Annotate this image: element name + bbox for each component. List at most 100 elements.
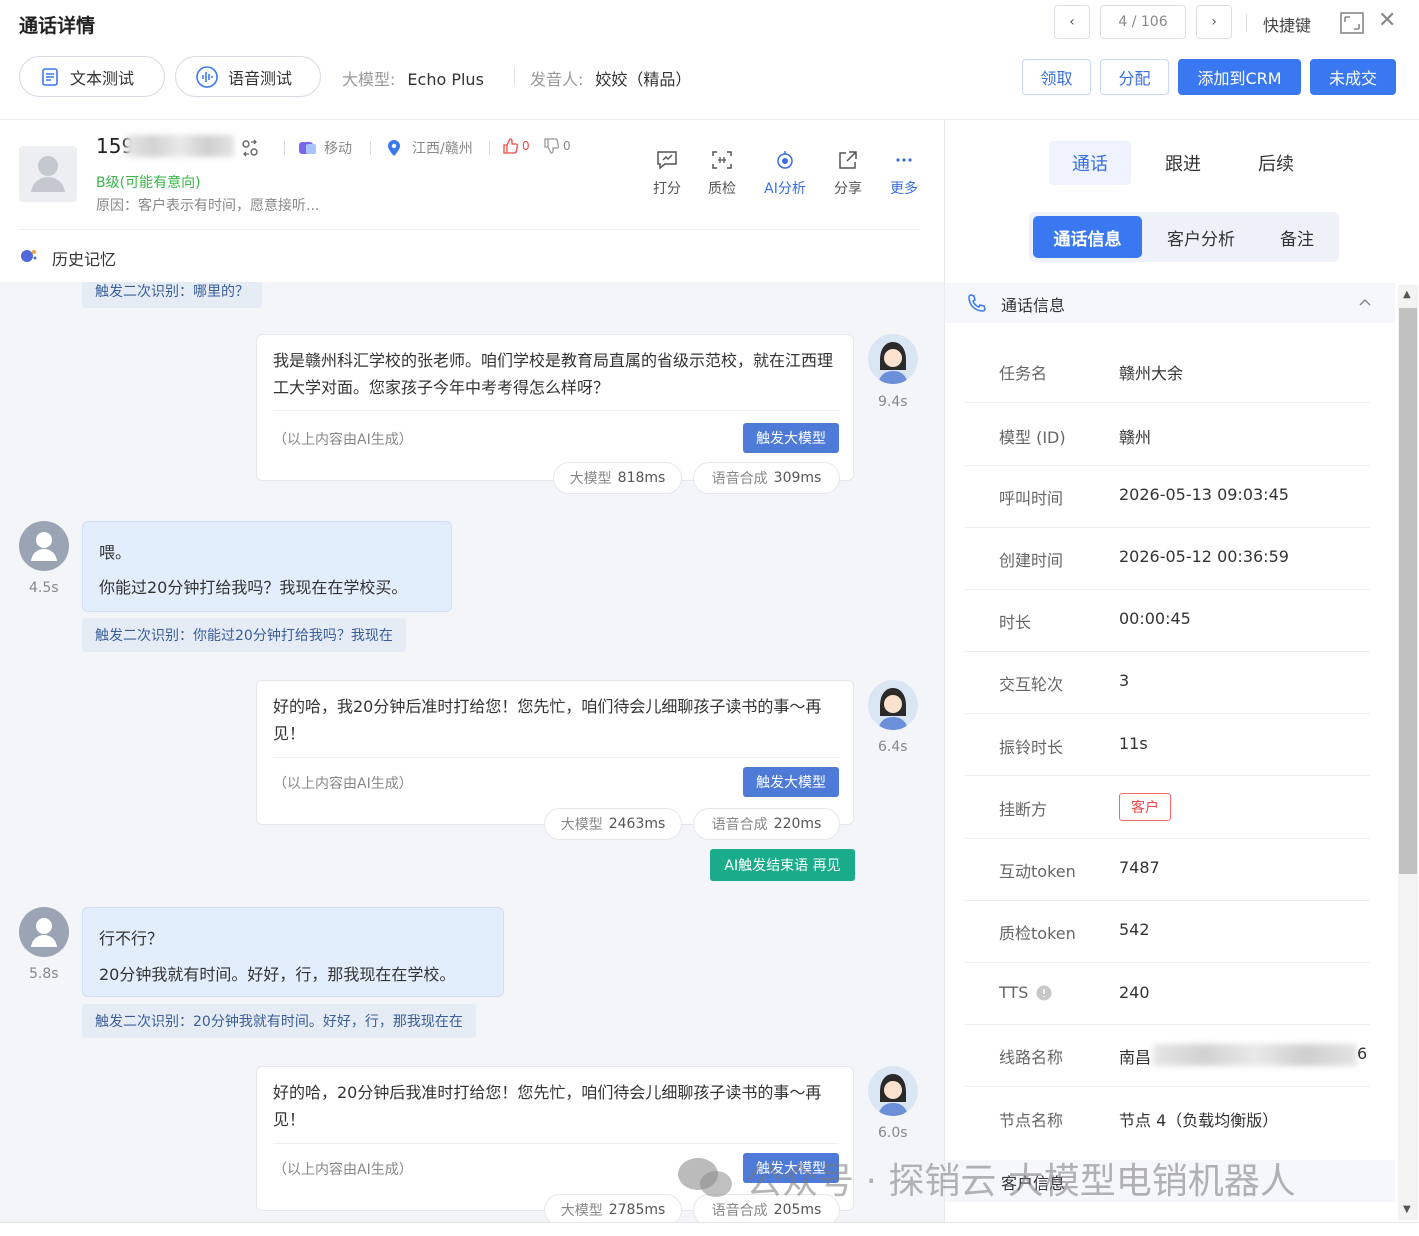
divider	[965, 713, 1370, 714]
segment-call-info[interactable]: 通话信息	[1033, 216, 1142, 258]
close-icon[interactable]: ✕	[1378, 8, 1396, 33]
bot-avatar	[868, 680, 918, 730]
location-tag: 江西/赣州	[386, 138, 473, 158]
tts-label: TTS	[999, 983, 1029, 1002]
dislike-button[interactable]: 0	[543, 138, 571, 154]
trigger-tag: 触发二次识别：你能过20分钟打给我吗？我现在	[82, 618, 406, 652]
tts-metric-value: 309ms	[773, 470, 822, 486]
next-button[interactable]: ›	[1196, 5, 1232, 39]
trigger-llm-button[interactable]: 触发大模型	[743, 767, 839, 797]
document-icon	[42, 67, 58, 86]
voice-test-button[interactable]: 语音测试	[175, 56, 321, 97]
tts-metric-value: 205ms	[773, 1202, 822, 1218]
field-label: 交互轮次	[999, 675, 1064, 694]
field-label: TTS	[999, 983, 1028, 1002]
text-test-button[interactable]: 文本测试	[19, 56, 165, 97]
contact-panel: 159 移动 江西/赣州 0 0 B级(可能有意向) 原因：客户表示有时间，愿意…	[0, 120, 944, 282]
shortcut-link[interactable]: 快捷键	[1263, 12, 1311, 36]
bot-message: 我是赣州科汇学校的张老师。咱们学校是教育局直属的省级示范校，就在江西理工大学对面…	[256, 334, 854, 481]
message-duration: 6.4s	[878, 739, 908, 755]
comment-edit-icon	[657, 151, 677, 170]
model-value: Echo Plus	[407, 70, 484, 89]
field-label: 任务名	[999, 364, 1048, 383]
divider	[965, 589, 1370, 590]
voice-wave-icon	[196, 65, 218, 88]
field-value-tail: 6	[1357, 1044, 1368, 1063]
prev-button[interactable]: ‹	[1054, 5, 1090, 39]
customer-message-line: 喂。	[99, 543, 132, 562]
hangup-party-badge: 客户	[1119, 793, 1171, 821]
divider	[19, 229, 919, 230]
history-memory-link[interactable]: 历史记忆	[52, 246, 116, 270]
score-label: 打分	[653, 181, 681, 197]
thumbs-down-icon	[544, 138, 559, 154]
info-icon[interactable]	[1036, 985, 1052, 1001]
like-button[interactable]: 0	[502, 138, 530, 154]
pager-indicator: 4 / 106	[1100, 5, 1186, 39]
llm-latency: 大模型 818ms	[553, 462, 682, 494]
scroll-up-icon[interactable]: ▲	[1403, 289, 1411, 300]
field-label: 节点名称	[999, 1111, 1064, 1130]
field-value: 赣州大余	[1119, 364, 1184, 383]
divider	[273, 1143, 839, 1144]
add-crm-button[interactable]: 添加到CRM	[1178, 59, 1301, 95]
segment-notes[interactable]: 备注	[1259, 216, 1335, 258]
phone-icon	[968, 294, 986, 312]
watermark: 公众号 · 探销云 大模型电销机器人	[676, 1152, 1296, 1204]
tab-call[interactable]: 通话	[1049, 141, 1131, 185]
expand-icon[interactable]	[1340, 12, 1364, 34]
customer-avatar-icon	[31, 532, 57, 561]
tab-next[interactable]: 后续	[1235, 141, 1317, 185]
bot-message-text: 我是赣州科汇学校的张老师。咱们学校是教育局直属的省级示范校，就在江西理工大学对面…	[273, 351, 834, 397]
thumbs-up-icon	[503, 138, 518, 154]
bot-avatar	[868, 334, 918, 384]
tab-followup[interactable]: 跟进	[1142, 141, 1224, 185]
llm-metric-label: 大模型	[560, 817, 603, 833]
assign-button[interactable]: 分配	[1100, 59, 1169, 95]
tts-metric-label: 语音合成	[711, 817, 768, 833]
share-button[interactable]: 分享	[823, 150, 873, 198]
llm-metric-value: 2785ms	[608, 1202, 666, 1218]
scroll-down-icon[interactable]: ▼	[1403, 1204, 1411, 1215]
divider	[965, 465, 1370, 466]
llm-latency: 大模型 2785ms	[544, 1194, 682, 1222]
not-deal-button[interactable]: 未成交	[1310, 59, 1396, 95]
divider	[965, 838, 1370, 839]
ai-analysis-button[interactable]: AI分析	[760, 150, 810, 198]
customer-message-line: 行不行？	[99, 929, 164, 948]
ai-note: （以上内容由AI生成）	[273, 432, 413, 448]
field-value: 节点 4（负载均衡版）	[1119, 1111, 1279, 1130]
agent-avatar-icon	[878, 342, 908, 384]
more-button[interactable]: 更多	[879, 150, 929, 198]
like-count: 0	[522, 139, 530, 153]
header: 通话详情 ‹ 4 / 106 › 快捷键 ✕ 文本测试 语音测试 大模型: Ech…	[0, 0, 1419, 120]
scan-icon	[712, 151, 732, 169]
conversation-panel: 触发二次识别：哪里的？ 我是赣州科汇学校的张老师。咱们学校是教育局直属的省级示范…	[0, 282, 944, 1222]
divider	[965, 775, 1370, 776]
wechat-icon	[678, 1158, 732, 1197]
redacted-line-name	[1153, 1044, 1357, 1066]
text-test-label: 文本测试	[70, 68, 135, 88]
field-label: 模型 (ID)	[999, 428, 1066, 447]
scrollbar-thumb[interactable]	[1399, 308, 1417, 874]
switch-icon[interactable]	[240, 138, 260, 158]
call-info-section-header[interactable]: 通话信息	[945, 283, 1395, 323]
tts-metric-label: 语音合成	[711, 471, 768, 487]
footer	[0, 1222, 1419, 1236]
quality-check-button[interactable]: 质检	[697, 150, 747, 198]
llm-metric-value: 818ms	[617, 470, 666, 486]
field-value: 南昌	[1119, 1048, 1152, 1067]
field-value: 2026-05-13 09:03:45	[1119, 485, 1289, 504]
field-value: 542	[1119, 920, 1150, 939]
field-label: 振铃时长	[999, 738, 1064, 757]
customer-message-line: 你能过20分钟打给我吗？我现在在学校买。	[99, 578, 408, 597]
divider	[965, 651, 1370, 652]
info-segment-control: 通话信息 客户分析 备注	[1029, 212, 1339, 262]
trigger-llm-button[interactable]: 触发大模型	[743, 423, 839, 453]
claim-button[interactable]: 领取	[1022, 59, 1091, 95]
llm-latency: 大模型 2463ms	[544, 808, 682, 840]
score-button[interactable]: 打分	[642, 150, 692, 198]
segment-customer-analysis[interactable]: 客户分析	[1149, 216, 1253, 258]
divider	[965, 900, 1370, 901]
ai-end-tag: AI触发结束语 再见	[710, 849, 855, 881]
